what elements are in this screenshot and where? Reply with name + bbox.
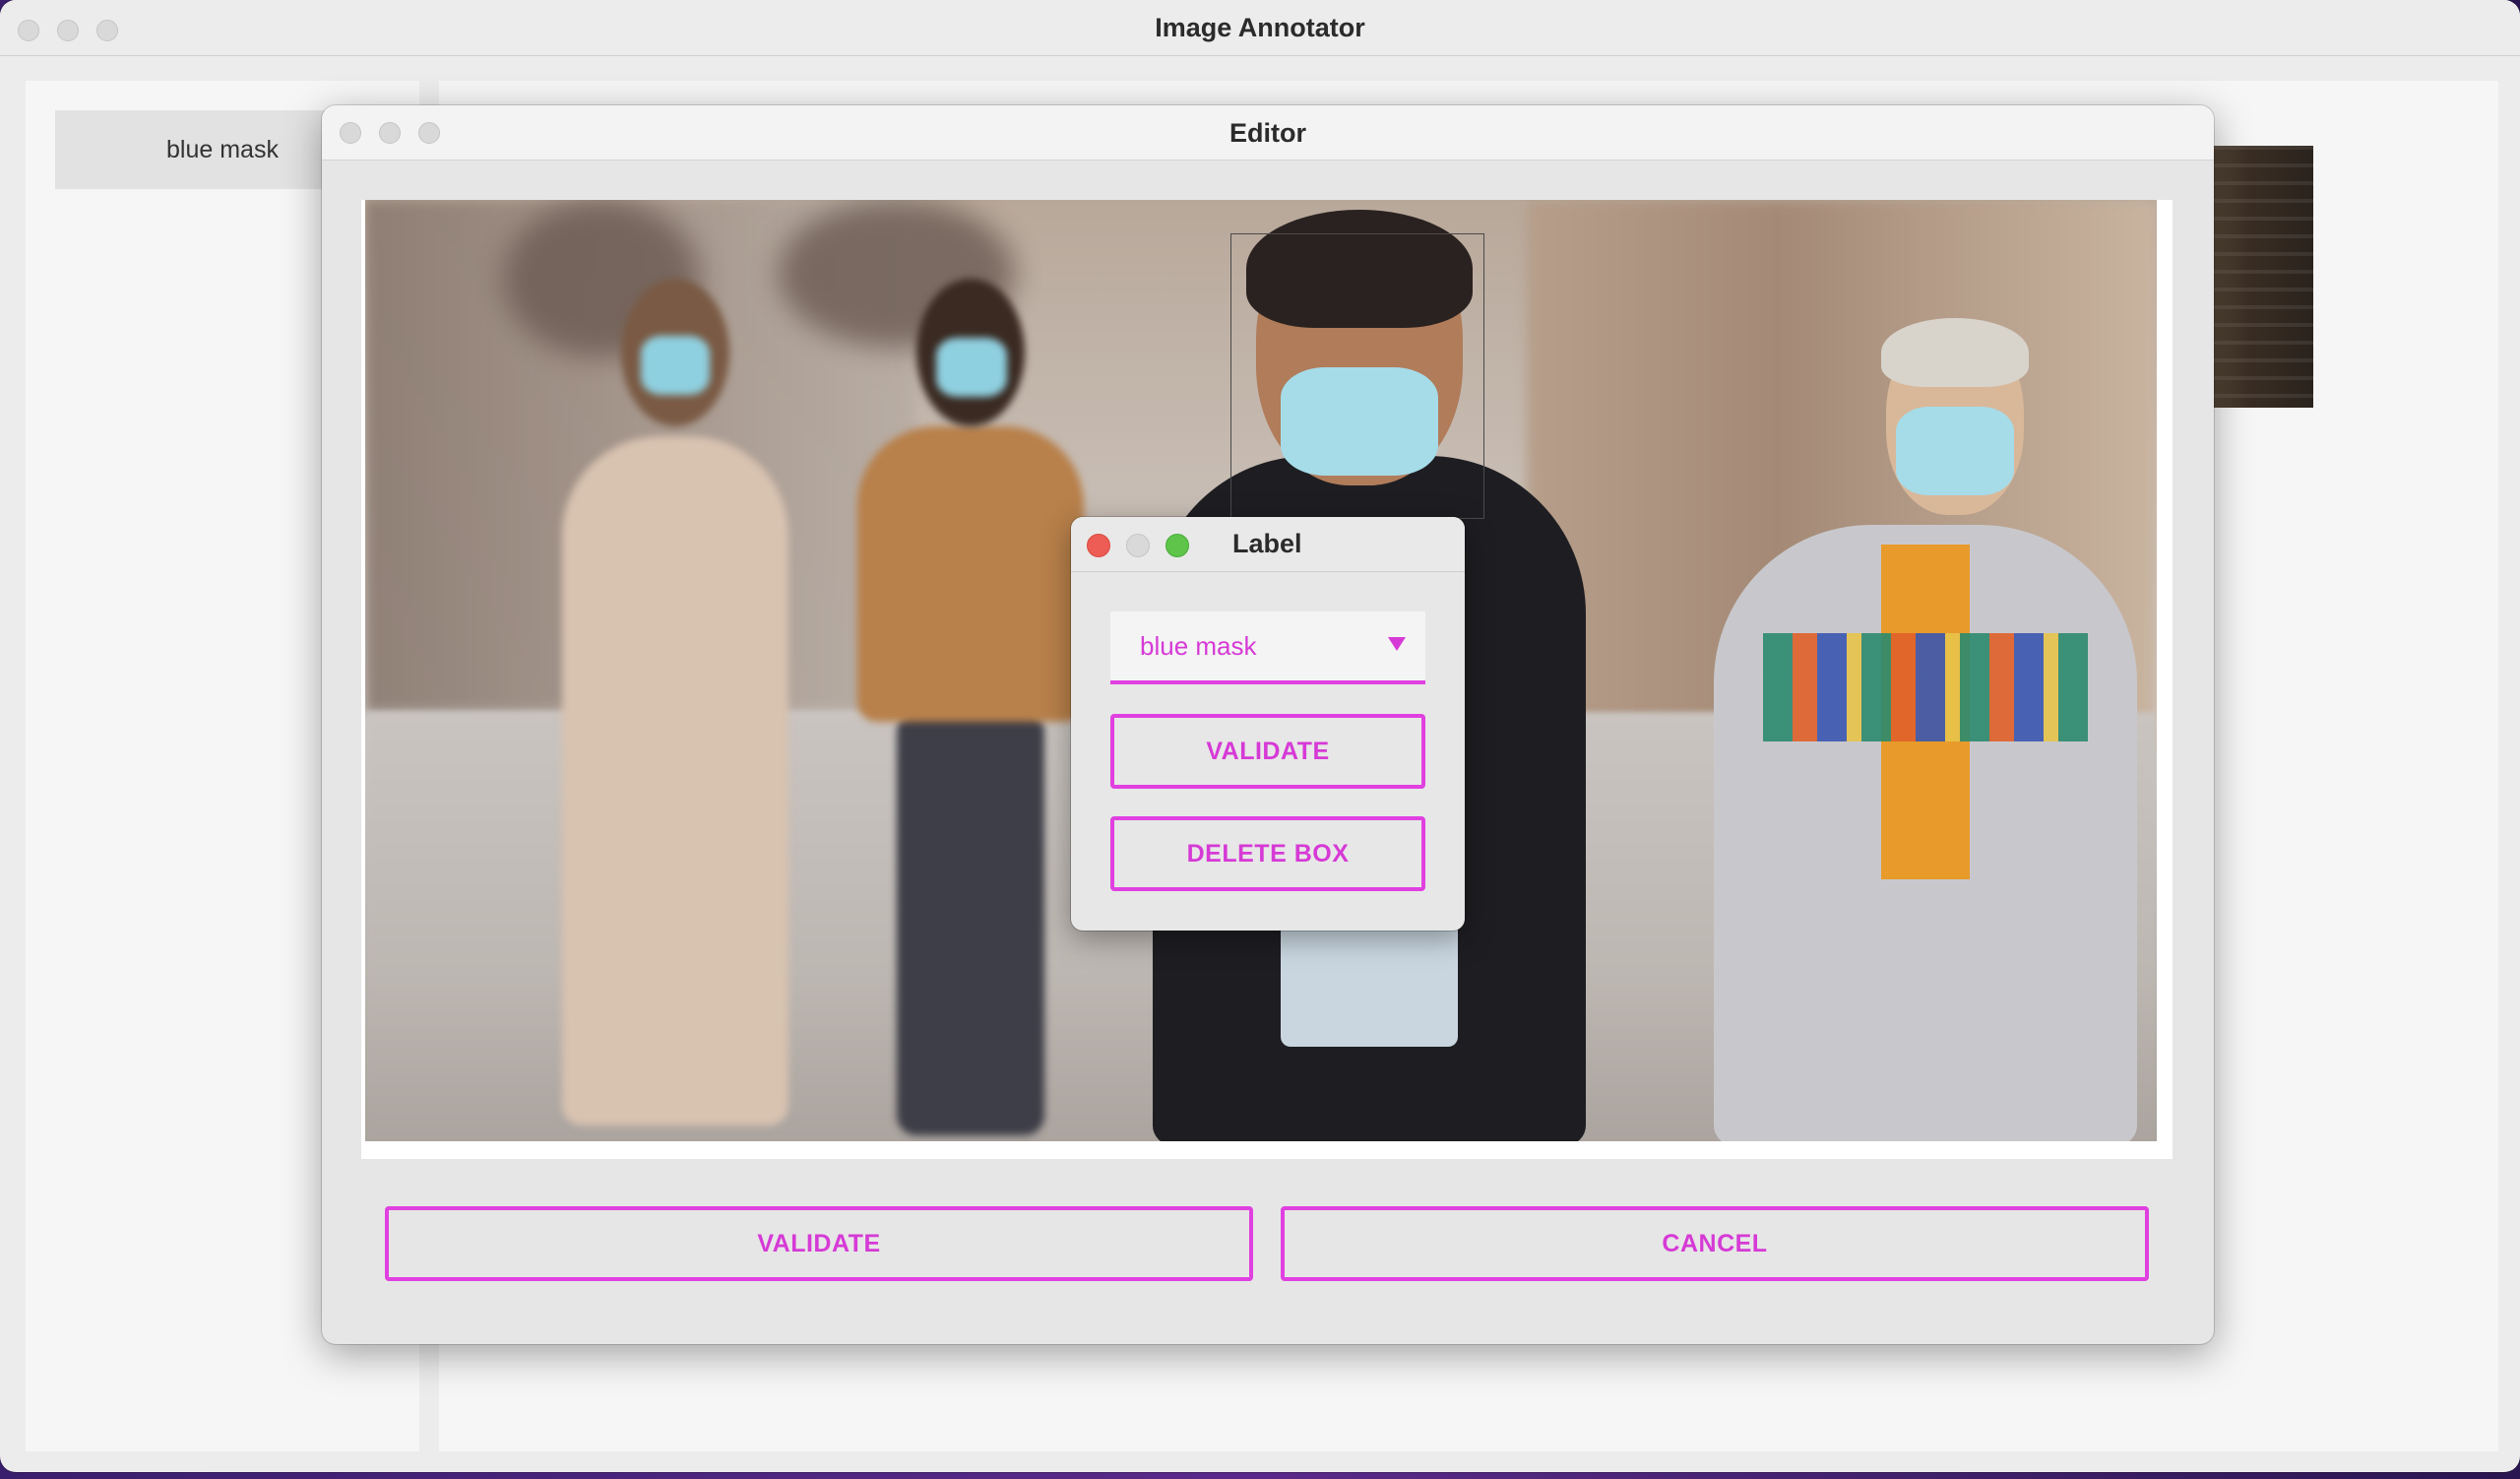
label-select[interactable]: blue mask [1110, 611, 1425, 684]
image-thumbnail[interactable] [2205, 146, 2313, 408]
editor-validate-button[interactable]: VALIDATE [385, 1206, 1253, 1281]
label-dialog-close-button[interactable] [1087, 534, 1110, 557]
photo-person-2-mask [936, 338, 1007, 397]
annotation-bounding-box[interactable] [1230, 233, 1484, 519]
label-dialog: Label blue mask VALIDATE DELETE BOX [1071, 517, 1465, 931]
photo-person-4-mask [1896, 407, 2014, 495]
editor-cancel-button[interactable]: CANCEL [1281, 1206, 2149, 1281]
editor-titlebar: Editor [322, 105, 2214, 161]
label-validate-button[interactable]: VALIDATE [1110, 714, 1425, 789]
photo-person-2-jacket [857, 426, 1084, 722]
label-dialog-minimize-button[interactable] [1126, 534, 1150, 557]
label-dialog-title: Label [1232, 529, 1302, 558]
photo-person-2-legs [897, 712, 1044, 1135]
main-titlebar: Image Annotator [0, 0, 2520, 56]
label-dialog-titlebar: Label [1071, 517, 1465, 572]
window-title: Image Annotator [1155, 13, 1365, 42]
main-window: Image Annotator blue mask Editor VALIDAT… [0, 0, 2520, 1472]
photo-person-1-mask [641, 336, 710, 395]
delete-box-button[interactable]: DELETE BOX [1110, 816, 1425, 891]
photo-person-4-hair [1881, 318, 2029, 387]
label-select-value: blue mask [1140, 630, 1257, 661]
label-dialog-zoom-button[interactable] [1166, 534, 1189, 557]
photo-person-1-coat [562, 436, 788, 1125]
photo-person-4-pattern [1763, 633, 2088, 741]
dropdown-arrow-icon [1388, 637, 1406, 651]
editor-title: Editor [1229, 118, 1306, 148]
